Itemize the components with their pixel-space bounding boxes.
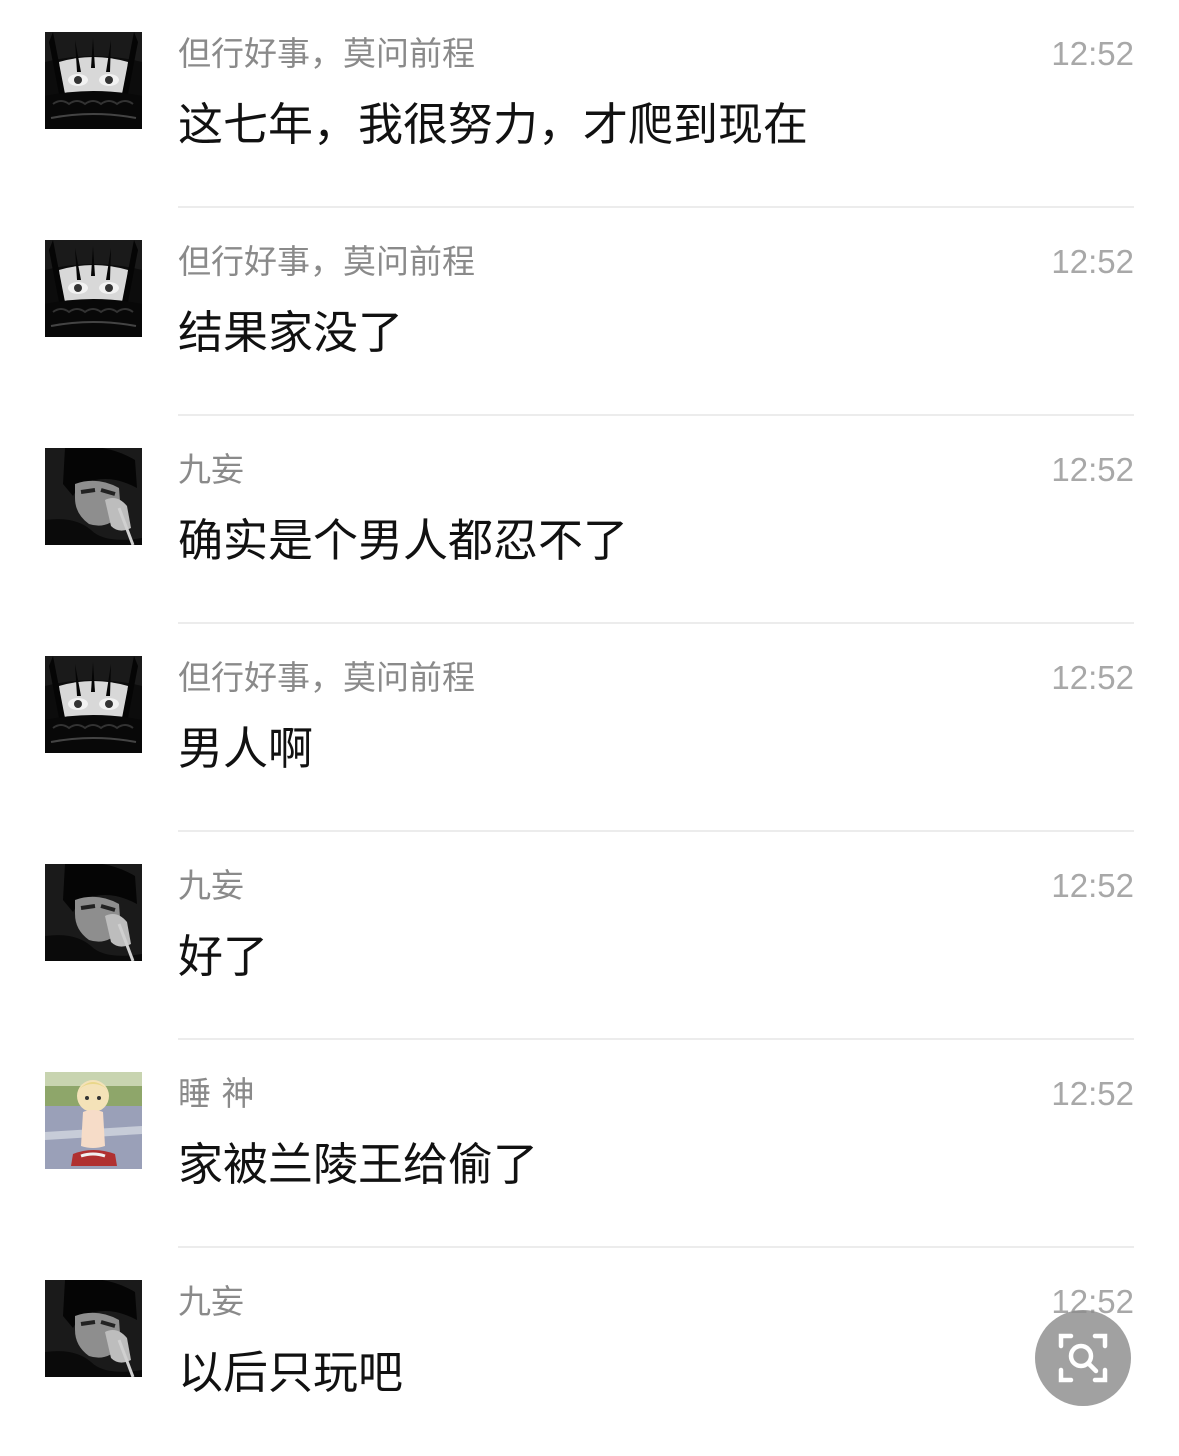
message-time: 12:52 [1051, 35, 1134, 72]
message-text: 这七年，我很努力，才爬到现在 [178, 98, 809, 151]
chat-message-row[interactable]: 但行好事，莫问前程 12:52 男人啊 [0, 624, 1179, 832]
chat-message-row[interactable]: 九妄 12:52 确实是个男人都忍不了 [0, 416, 1179, 624]
message-time: 12:52 [1051, 451, 1134, 488]
message-time: 12:52 [1051, 243, 1134, 280]
message-text: 男人啊 [178, 722, 314, 775]
goth-girl-avatar[interactable] [45, 656, 142, 753]
chat-message-row[interactable]: 九妄 12:52 以后只玩吧 [0, 1248, 1179, 1456]
message-text: 好了 [178, 930, 269, 983]
chat-message-row[interactable]: 睡 神 12:52 家被兰陵王给偷了 [0, 1040, 1179, 1248]
goth-girl-avatar[interactable] [45, 240, 142, 337]
message-text: 结果家没了 [178, 306, 404, 359]
chat-message-list: 但行好事，莫问前程 12:52 这七年，我很努力，才爬到现在 但行好事，莫问前程… [0, 0, 1179, 1456]
message-text: 以后只玩吧 [178, 1346, 404, 1399]
message-text: 确实是个男人都忍不了 [178, 514, 629, 567]
sender-name: 睡 神 [178, 1074, 255, 1113]
sender-name: 九妄 [178, 450, 244, 489]
goth-girl-avatar[interactable] [45, 32, 142, 129]
message-time: 12:52 [1051, 1075, 1134, 1112]
sender-name: 但行好事，莫问前程 [178, 34, 475, 73]
sender-name: 九妄 [178, 866, 244, 905]
sender-name: 但行好事，莫问前程 [178, 242, 475, 281]
chat-message-row[interactable]: 但行好事，莫问前程 12:52 结果家没了 [0, 208, 1179, 416]
dark-man-avatar[interactable] [45, 448, 142, 545]
message-time: 12:52 [1051, 659, 1134, 696]
message-text: 家被兰陵王给偷了 [178, 1138, 539, 1191]
image-search-button[interactable] [1035, 1310, 1131, 1406]
chat-message-row[interactable]: 九妄 12:52 好了 [0, 832, 1179, 1040]
image-search-icon [1058, 1333, 1108, 1383]
chat-message-row[interactable]: 但行好事，莫问前程 12:52 这七年，我很努力，才爬到现在 [0, 0, 1179, 208]
dark-man-avatar[interactable] [45, 864, 142, 961]
message-time: 12:52 [1051, 867, 1134, 904]
anime-baby-avatar[interactable] [45, 1072, 142, 1169]
dark-man-avatar[interactable] [45, 1280, 142, 1377]
sender-name: 九妄 [178, 1282, 244, 1321]
sender-name: 但行好事，莫问前程 [178, 658, 475, 697]
